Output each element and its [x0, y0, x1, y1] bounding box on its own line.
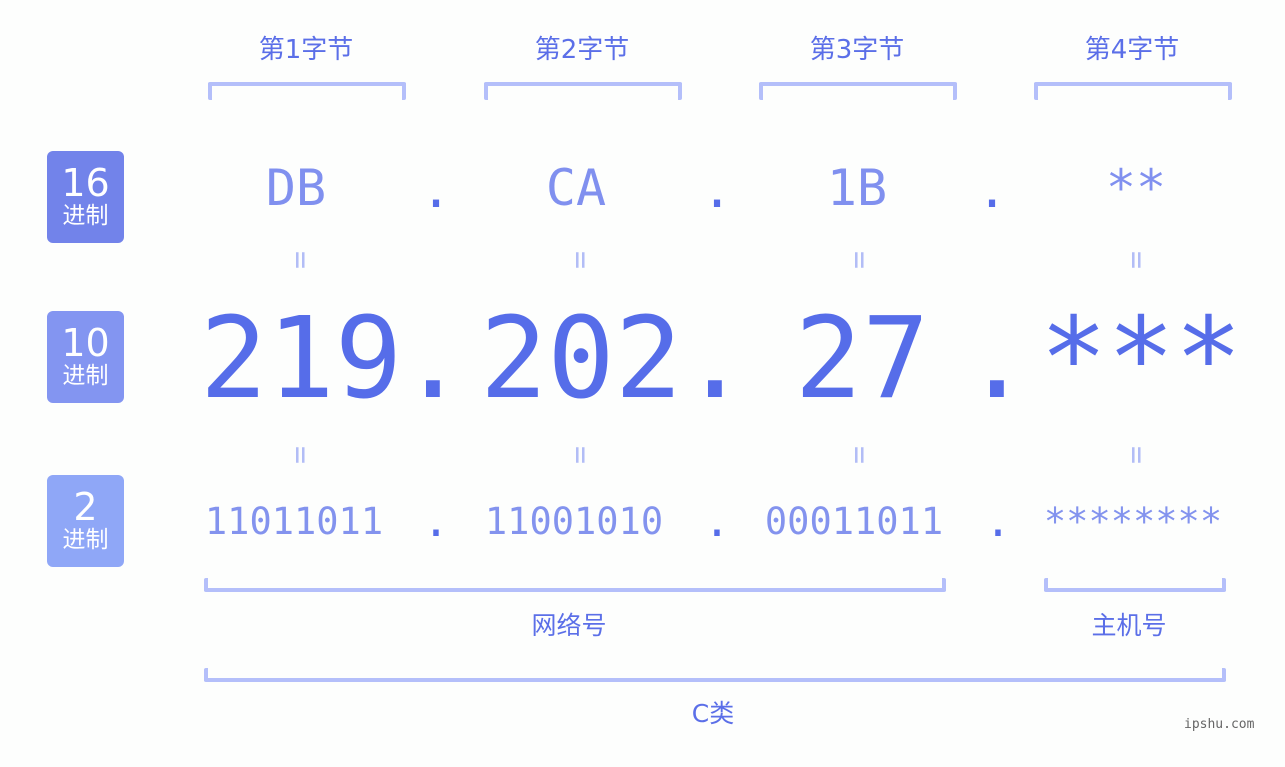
bin-badge-base: 2 [73, 485, 98, 529]
hex-badge: 16 进制 [47, 151, 124, 243]
dec-badge-base: 10 [61, 321, 110, 365]
host-bracket [1044, 578, 1226, 592]
bin-byte-1: 11011011 [204, 500, 384, 543]
watermark: ipshu.com [1184, 717, 1255, 732]
hex-badge-unit: 进制 [62, 203, 109, 229]
dec-dot-1: . [399, 294, 467, 424]
equals-icon: = [563, 250, 598, 270]
equals-icon: = [842, 445, 877, 465]
dec-dot-2: . [681, 294, 749, 424]
network-label: 网络号 [531, 611, 607, 640]
network-bracket [204, 578, 946, 592]
hex-byte-2: CA [545, 159, 607, 217]
class-bracket [204, 668, 1226, 682]
hex-dot-1: . [420, 161, 452, 219]
class-label: C类 [691, 699, 735, 728]
byte-1-bracket [208, 82, 406, 100]
dec-badge: 10 进制 [47, 311, 124, 403]
hex-dot-2: . [701, 161, 733, 219]
hex-byte-1: DB [265, 159, 327, 217]
byte-4-label: 第4字节 [1084, 35, 1180, 65]
dec-byte-3: 27 [794, 294, 930, 424]
bin-badge: 2 进制 [47, 475, 124, 567]
hex-badge-base: 16 [61, 161, 110, 205]
equals-icon: = [842, 250, 877, 270]
bin-dot-1: . [422, 496, 450, 547]
equals-icon: = [283, 445, 318, 465]
bin-badge-unit: 进制 [62, 527, 109, 553]
bin-dot-3: . [984, 496, 1012, 547]
dec-badge-unit: 进制 [62, 363, 109, 389]
byte-3-label: 第3字节 [809, 35, 905, 65]
dec-dot-3: . [963, 294, 1031, 424]
byte-2-label: 第2字节 [534, 35, 630, 65]
equals-icon: = [283, 250, 318, 270]
bin-dot-2: . [703, 496, 731, 547]
equals-icon: = [1119, 250, 1154, 270]
bin-byte-2: 11001010 [484, 500, 664, 543]
bin-byte-3: 00011011 [764, 500, 944, 543]
dec-byte-1: 219 [199, 294, 403, 424]
hex-byte-3: 1B [826, 159, 888, 217]
byte-4-bracket [1034, 82, 1232, 100]
byte-2-bracket [484, 82, 682, 100]
hex-byte-4: ** [1105, 159, 1167, 217]
byte-3-bracket [759, 82, 957, 100]
dec-byte-4: *** [1039, 294, 1243, 424]
equals-icon: = [563, 445, 598, 465]
byte-1-label: 第1字节 [258, 35, 354, 65]
host-label: 主机号 [1091, 611, 1167, 640]
hex-dot-3: . [976, 161, 1008, 219]
equals-icon: = [1119, 445, 1154, 465]
dec-byte-2: 202 [479, 294, 683, 424]
bin-byte-4: ******** [1043, 500, 1223, 543]
